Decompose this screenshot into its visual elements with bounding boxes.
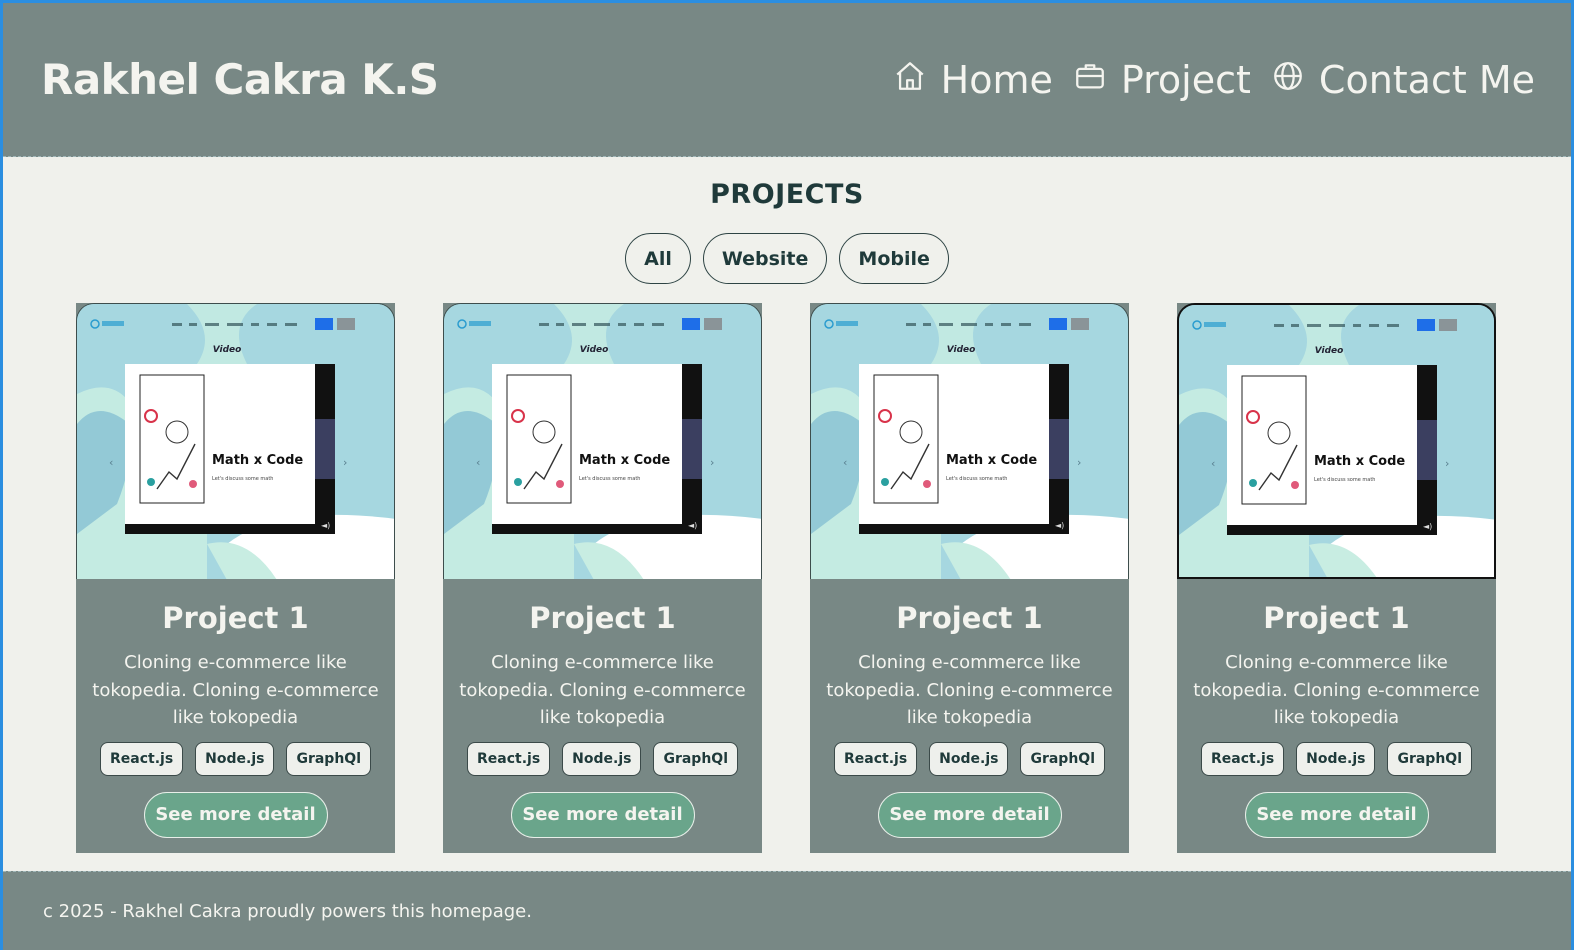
chevron-left-icon: ‹ bbox=[109, 456, 113, 469]
thumbnail-slide-title: Math x Code bbox=[579, 453, 670, 468]
project-description: Cloning e-commerce like tokopedia. Cloni… bbox=[826, 652, 1113, 728]
project-description: Cloning e-commerce like tokopedia. Cloni… bbox=[92, 652, 379, 728]
main-nav: Home Project Contact Me bbox=[893, 58, 1535, 102]
chevron-right-icon: › bbox=[710, 456, 714, 469]
nav-contact[interactable]: Contact Me bbox=[1271, 58, 1535, 102]
tech-tag: GraphQl bbox=[1020, 741, 1105, 776]
chevron-left-icon: ‹ bbox=[843, 456, 847, 469]
site-footer: c 2025 - Rakhel Cakra proudly powers thi… bbox=[3, 871, 1571, 950]
tech-tags: React.js Node.js GraphQl bbox=[466, 741, 738, 776]
tech-tag: GraphQl bbox=[1387, 741, 1472, 776]
project-title: Project 1 bbox=[162, 601, 309, 635]
tech-tag: Node.js bbox=[562, 741, 642, 776]
thumbnail-heading: Video bbox=[1315, 346, 1344, 356]
project-thumbnail-image: Video Math x Code Let's discuss some mat… bbox=[444, 304, 761, 579]
brand-name[interactable]: Rakhel Cakra K.S bbox=[41, 55, 439, 104]
thumbnail-heading: Video bbox=[580, 345, 609, 355]
project-description: Cloning e-commerce like tokopedia. Cloni… bbox=[459, 652, 746, 728]
project-thumbnail-image: Video Math x Code Let's discuss some mat… bbox=[77, 304, 394, 579]
see-more-detail-button[interactable]: See more detail bbox=[143, 791, 328, 838]
tech-tags: React.js Node.js GraphQl bbox=[99, 741, 371, 776]
tech-tags: React.js Node.js GraphQl bbox=[833, 741, 1105, 776]
chevron-left-icon: ‹ bbox=[476, 456, 480, 469]
tech-tag: React.js bbox=[466, 741, 551, 776]
volume-icon: ◄) bbox=[1055, 521, 1064, 530]
thumbnail-heading: Video bbox=[947, 345, 976, 355]
tech-tag: React.js bbox=[99, 741, 184, 776]
nav-contact-label: Contact Me bbox=[1318, 57, 1535, 102]
project-thumbnail-image: Video Math x Code Let's discuss some mat… bbox=[811, 304, 1128, 579]
project-card: Video Math x Code Let's discuss some mat… bbox=[76, 303, 395, 853]
chevron-left-icon: ‹ bbox=[1211, 457, 1215, 470]
briefcase-icon bbox=[1073, 58, 1107, 102]
volume-icon: ◄) bbox=[688, 521, 697, 530]
tech-tag: GraphQl bbox=[286, 741, 371, 776]
thumbnail-slide-title: Math x Code bbox=[212, 453, 303, 468]
nav-home-label: Home bbox=[940, 57, 1053, 102]
globe-icon bbox=[1271, 58, 1305, 102]
filter-bar: All Website Mobile bbox=[3, 233, 1571, 284]
thumbnail-slide-subtitle: Let's discuss some math bbox=[1314, 477, 1375, 483]
thumbnail-slide-subtitle: Let's discuss some math bbox=[212, 476, 273, 482]
project-thumbnail[interactable]: Video Math x Code Let's discuss some mat… bbox=[443, 303, 762, 579]
see-more-detail-button[interactable]: See more detail bbox=[877, 791, 1062, 838]
project-title: Project 1 bbox=[1263, 601, 1410, 635]
chevron-right-icon: › bbox=[343, 456, 347, 469]
see-more-detail-button[interactable]: See more detail bbox=[1244, 791, 1429, 838]
filter-website-button[interactable]: Website bbox=[702, 233, 828, 284]
tech-tag: Node.js bbox=[929, 741, 1009, 776]
nav-home[interactable]: Home bbox=[893, 58, 1053, 102]
see-more-detail-button[interactable]: See more detail bbox=[510, 791, 695, 838]
tech-tags: React.js Node.js GraphQl bbox=[1200, 741, 1472, 776]
project-card: Video Math x Code Let's discuss some mat… bbox=[443, 303, 762, 853]
chevron-right-icon: › bbox=[1445, 457, 1449, 470]
site-header: Rakhel Cakra K.S Home Project Contact Me bbox=[3, 3, 1571, 157]
thumbnail-slide-title: Math x Code bbox=[1314, 454, 1405, 469]
tech-tag: Node.js bbox=[195, 741, 275, 776]
tech-tag: React.js bbox=[1200, 741, 1285, 776]
tech-tag: Node.js bbox=[1296, 741, 1376, 776]
filter-mobile-button[interactable]: Mobile bbox=[839, 233, 949, 284]
project-thumbnail-image: Video Math x Code Let's discuss some mat… bbox=[1179, 305, 1494, 577]
project-title: Project 1 bbox=[896, 601, 1043, 635]
project-title: Project 1 bbox=[529, 601, 676, 635]
project-cards: Video Math x Code Let's discuss some mat… bbox=[76, 303, 1496, 853]
tech-tag: GraphQl bbox=[653, 741, 738, 776]
home-icon bbox=[893, 58, 927, 102]
project-card: Video Math x Code Let's discuss some mat… bbox=[810, 303, 1129, 853]
section-title: PROJECTS bbox=[710, 179, 864, 210]
project-thumbnail[interactable]: Video Math x Code Let's discuss some mat… bbox=[76, 303, 395, 579]
thumbnail-slide-subtitle: Let's discuss some math bbox=[579, 476, 640, 482]
project-card: Video Math x Code Let's discuss some mat… bbox=[1177, 303, 1496, 853]
footer-text: c 2025 - Rakhel Cakra proudly powers thi… bbox=[43, 900, 532, 922]
project-description: Cloning e-commerce like tokopedia. Cloni… bbox=[1193, 652, 1480, 728]
thumbnail-slide-title: Math x Code bbox=[946, 453, 1037, 468]
nav-project[interactable]: Project bbox=[1073, 58, 1251, 102]
thumbnail-slide-subtitle: Let's discuss some math bbox=[946, 476, 1007, 482]
volume-icon: ◄) bbox=[1423, 522, 1432, 531]
chevron-right-icon: › bbox=[1077, 456, 1081, 469]
tech-tag: React.js bbox=[833, 741, 918, 776]
volume-icon: ◄) bbox=[321, 521, 330, 530]
filter-all-button[interactable]: All bbox=[625, 233, 691, 284]
nav-project-label: Project bbox=[1120, 57, 1251, 102]
thumbnail-heading: Video bbox=[213, 345, 242, 355]
project-thumbnail[interactable]: Video Math x Code Let's discuss some mat… bbox=[810, 303, 1129, 579]
project-thumbnail[interactable]: Video Math x Code Let's discuss some mat… bbox=[1177, 303, 1496, 579]
